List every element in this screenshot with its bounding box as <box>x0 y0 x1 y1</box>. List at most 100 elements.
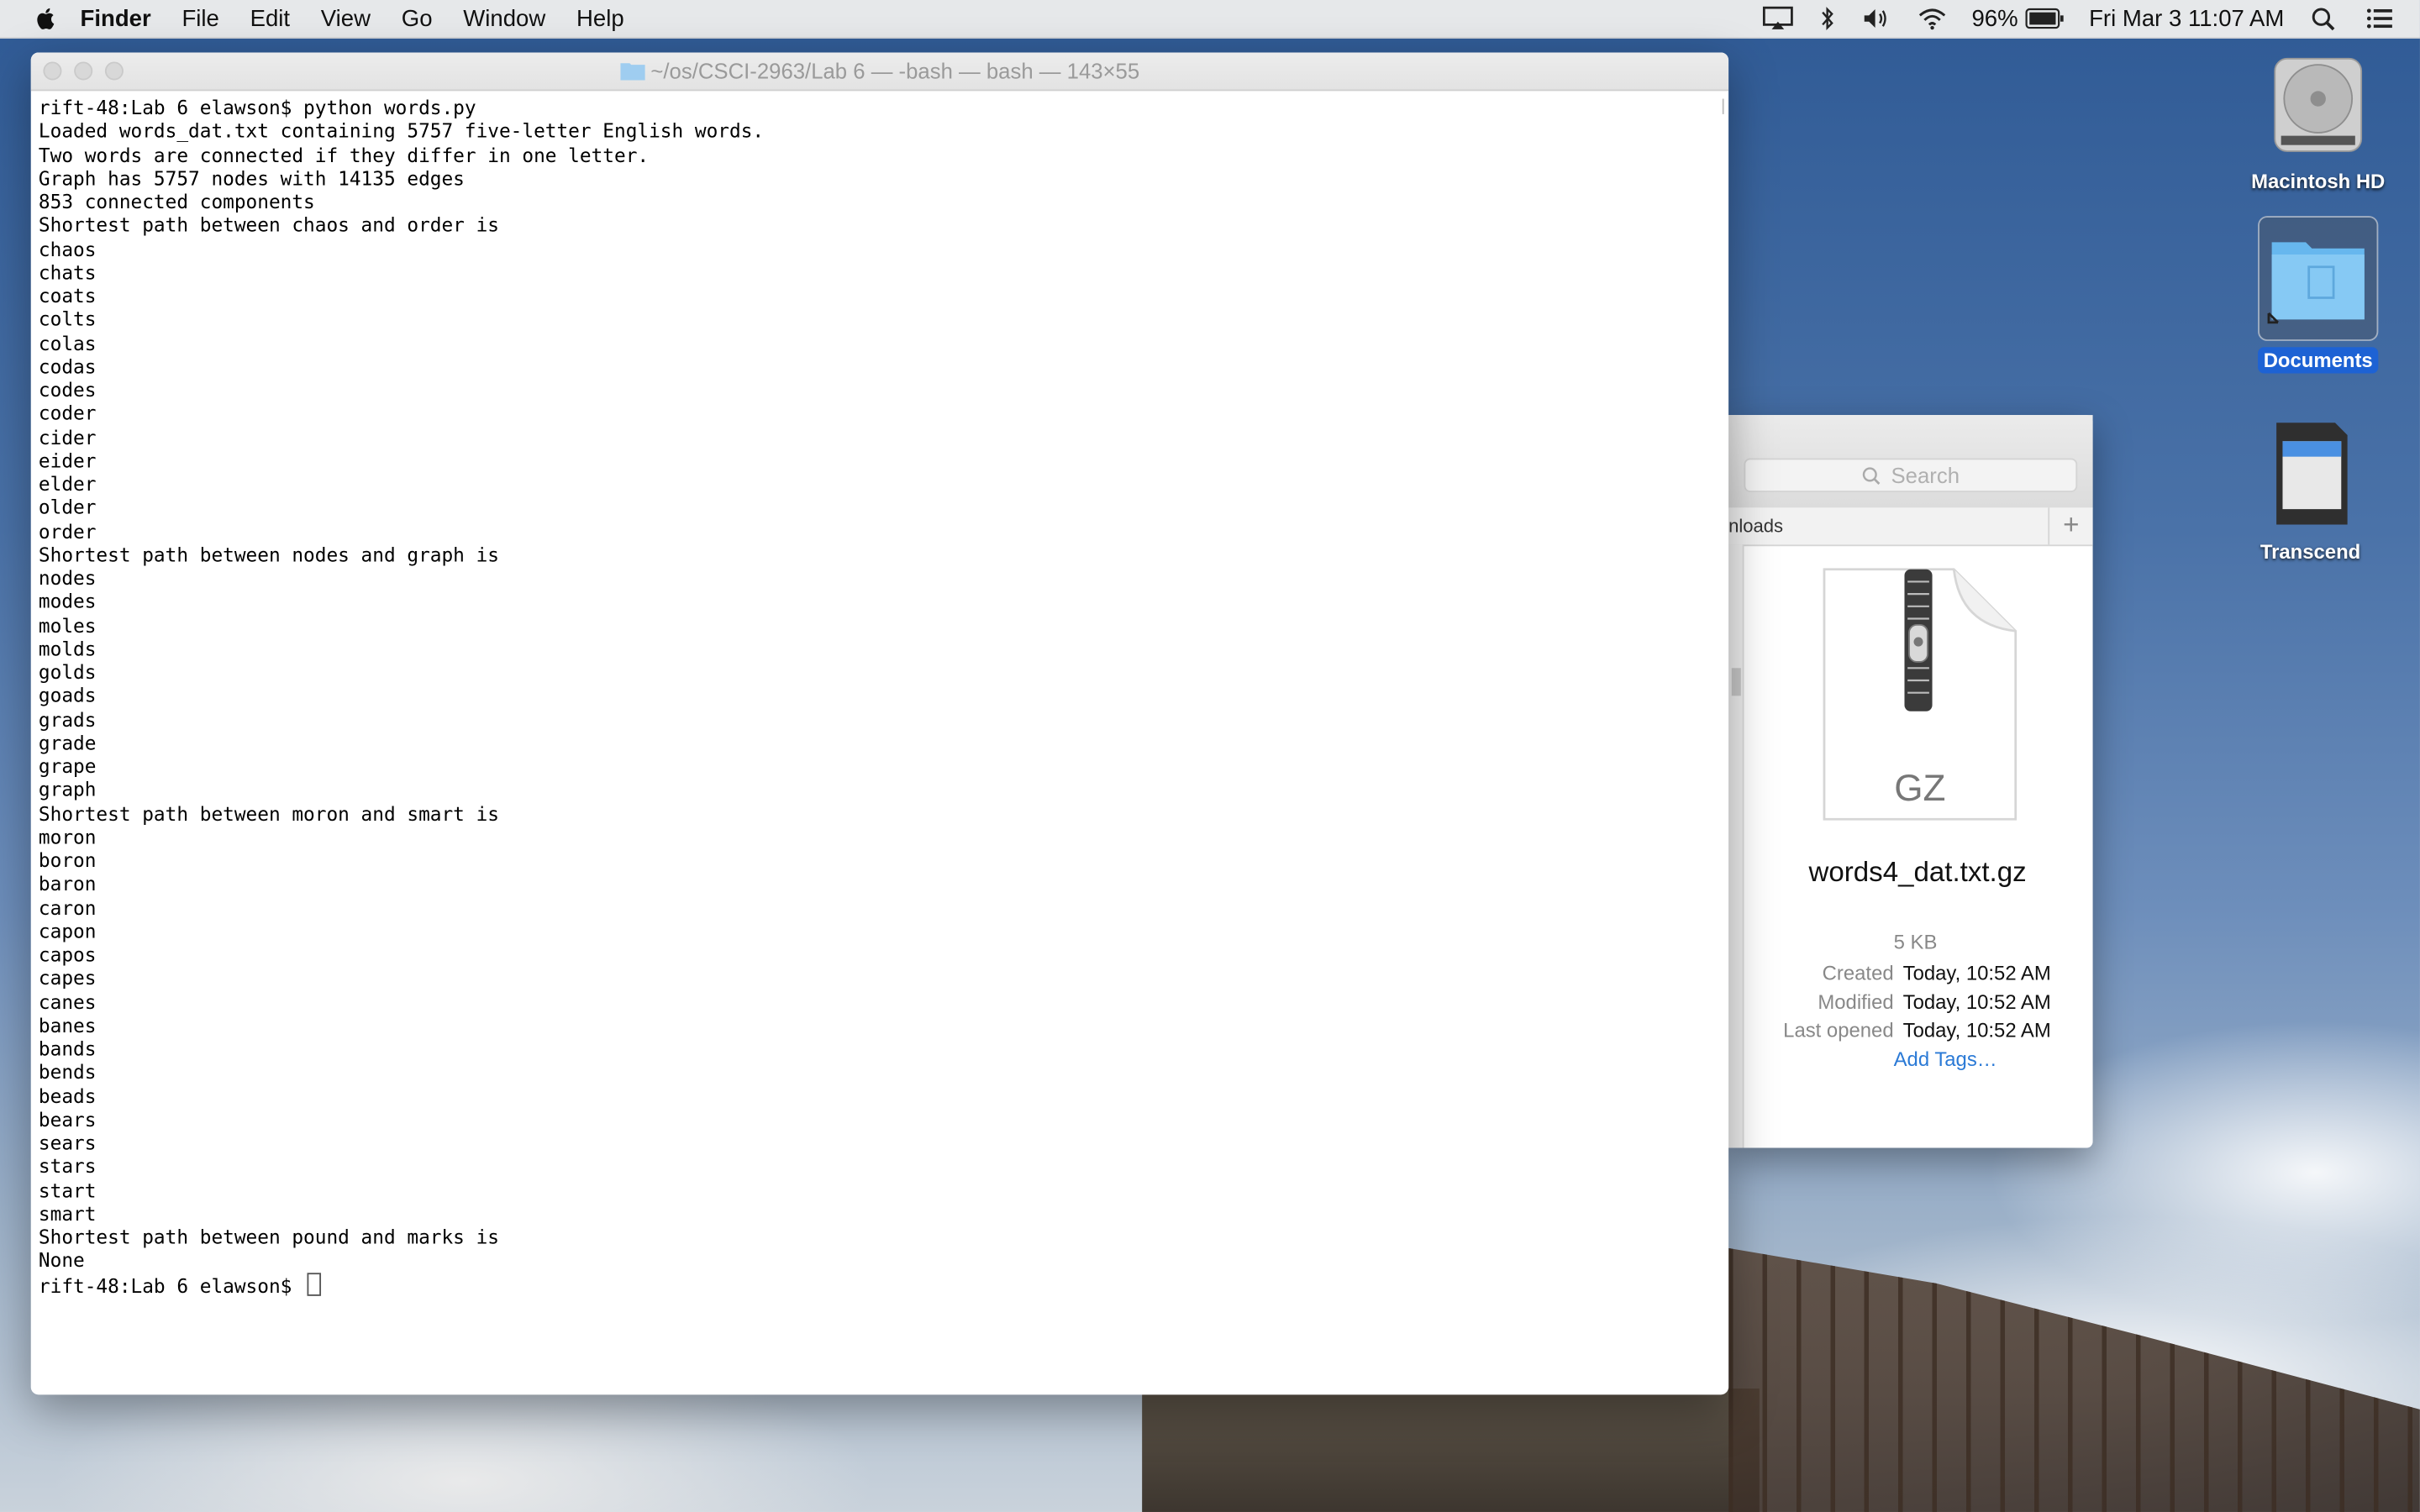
add-tags-link[interactable]: Add Tags… <box>1743 1044 2093 1073</box>
terminal-line: Shortest path between chaos and order is <box>38 213 500 237</box>
meta-row-created: Created Today, 10:52 AM <box>1743 959 2093 988</box>
terminal-line: Loaded words_dat.txt containing 5757 fiv… <box>38 118 765 143</box>
scroll-thumb[interactable] <box>1731 668 1741 696</box>
hard-drive-icon <box>2274 57 2363 152</box>
terminal-line: older <box>38 496 97 519</box>
terminal-line: canes <box>38 990 97 1013</box>
terminal-scroll-marker <box>1721 98 1724 114</box>
apple-icon[interactable] <box>34 6 58 30</box>
terminal-line: Shortest path between moron and smart is <box>38 801 500 825</box>
terminal-line: chaos <box>38 236 97 260</box>
terminal-line: Shortest path between pound and marks is <box>38 1225 500 1248</box>
terminal-line: golds <box>38 660 97 684</box>
terminal-line: elder <box>38 472 97 496</box>
menu-go[interactable]: Go <box>402 5 433 31</box>
terminal-line: stars <box>38 1154 97 1178</box>
zoom-button[interactable] <box>104 61 124 81</box>
terminal-line: smart <box>38 1201 97 1225</box>
terminal-line: 853 connected components <box>38 189 315 213</box>
terminal-line: moles <box>38 613 97 637</box>
wallpaper-structure <box>1142 1389 1760 1512</box>
tab-downloads[interactable]: nloads <box>1728 515 1783 537</box>
terminal-line: boron <box>38 848 97 872</box>
finder-toolbar: Search <box>1728 415 2093 510</box>
airplay-icon[interactable] <box>1762 6 1793 30</box>
status-area: 96% Fri Mar 3 11:07 AM <box>1762 0 2420 37</box>
desktop-icon-label: Documents <box>2257 347 2380 374</box>
new-tab-button[interactable]: + <box>2048 507 2092 545</box>
file-size: 5 KB <box>1893 930 1938 953</box>
window-controls <box>43 61 135 81</box>
terminal-line: Shortest path between nodes and graph is <box>38 543 500 566</box>
terminal-output[interactable]: rift-48:Lab 6 elawson$ python words.py Lo… <box>31 91 1728 1300</box>
terminal-title: ~/os/CSCI-2963/Lab 6 — -bash — bash — 14… <box>650 58 1140 84</box>
battery-icon[interactable] <box>2024 6 2065 30</box>
sd-card-icon <box>2276 423 2348 525</box>
menu-app-finder[interactable]: Finder <box>81 5 151 31</box>
preview-filename: words4_dat.txt.gz <box>1808 856 2027 888</box>
terminal-line: coats <box>38 283 97 307</box>
terminal-line: codas <box>38 354 97 378</box>
notification-center-icon[interactable] <box>2365 6 2396 30</box>
bluetooth-icon[interactable] <box>1818 6 1836 30</box>
text-cursor <box>306 1272 321 1295</box>
terminal-line: grape <box>38 754 97 778</box>
terminal-line: sears <box>38 1131 97 1154</box>
terminal-titlebar[interactable]: ~/os/CSCI-2963/Lab 6 — -bash — bash — 14… <box>30 52 1729 92</box>
terminal-line: goads <box>38 684 97 707</box>
terminal-window[interactable]: ~/os/CSCI-2963/Lab 6 — -bash — bash — 14… <box>30 52 1729 1395</box>
selection-highlight <box>2258 216 2379 341</box>
terminal-line: caron <box>38 895 97 919</box>
terminal-line: nodes <box>38 566 97 590</box>
terminal-line: capon <box>38 919 97 942</box>
minimize-button[interactable] <box>74 61 93 81</box>
finder-tab-bar: nloads + <box>1728 507 2093 547</box>
search-icon <box>1863 466 1881 485</box>
desktop-icon-transcend[interactable]: Transcend <box>2233 420 2388 565</box>
volume-icon[interactable] <box>1860 6 1891 30</box>
terminal-line: rift-48:Lab 6 elawson$ python words.py <box>38 95 476 119</box>
desktop-icon-documents[interactable]: Documents <box>2241 216 2396 374</box>
terminal-line: bears <box>38 1107 97 1131</box>
terminal-line: colts <box>38 307 97 331</box>
terminal-line: chats <box>38 260 97 284</box>
terminal-line: modes <box>38 590 97 613</box>
menu-clock[interactable]: Fri Mar 3 11:07 AM <box>2089 5 2284 31</box>
search-placeholder: Search <box>1891 463 1960 488</box>
terminal-line: Graph has 5757 nodes with 14135 edges <box>38 165 465 190</box>
desktop-icon-label: Macintosh HD <box>2251 170 2386 193</box>
menu-help[interactable]: Help <box>576 5 624 31</box>
menu-edit[interactable]: Edit <box>250 5 290 31</box>
terminal-line: Two words are connected if they differ i… <box>38 142 650 166</box>
terminal-line: order <box>38 519 97 543</box>
terminal-line: banes <box>38 1013 97 1037</box>
desktop-icon-macintosh-hd[interactable]: Macintosh HD <box>2241 52 2396 194</box>
meta-key: Created <box>1822 961 1894 985</box>
finder-search-field[interactable]: Search <box>1744 458 2078 492</box>
terminal-line: moron <box>38 825 97 848</box>
terminal-prompt: rift-48:Lab 6 elawson$ <box>38 1273 304 1297</box>
close-button[interactable] <box>43 61 62 81</box>
meta-value: Today, 10:52 AM <box>1902 990 2051 1014</box>
terminal-line: molds <box>38 637 97 660</box>
terminal-line: baron <box>38 872 97 895</box>
terminal-line: codes <box>38 377 97 402</box>
terminal-prompt-line[interactable]: rift-48:Lab 6 elawson$ <box>38 1272 1721 1297</box>
meta-row-last-opened: Last opened Today, 10:52 AM <box>1743 1016 2093 1044</box>
menu-bar: Finder File Edit View Go Window Help 96%… <box>0 0 2420 39</box>
terminal-line: capes <box>38 966 97 990</box>
spotlight-icon[interactable] <box>2309 6 2340 31</box>
wifi-icon[interactable] <box>1916 6 1947 30</box>
terminal-line: grade <box>38 731 97 754</box>
terminal-line: colas <box>38 330 97 354</box>
menu-window[interactable]: Window <box>463 5 545 31</box>
terminal-line: bends <box>38 1060 97 1084</box>
meta-value: Today, 10:52 AM <box>1902 1018 2051 1042</box>
terminal-line: beads <box>38 1084 97 1107</box>
folder-icon <box>2267 242 2365 324</box>
folder-icon <box>619 63 645 81</box>
menu-file[interactable]: File <box>182 5 218 31</box>
menu-view[interactable]: View <box>321 5 371 31</box>
terminal-line: start <box>38 1178 97 1201</box>
meta-value: Today, 10:52 AM <box>1902 961 2051 985</box>
